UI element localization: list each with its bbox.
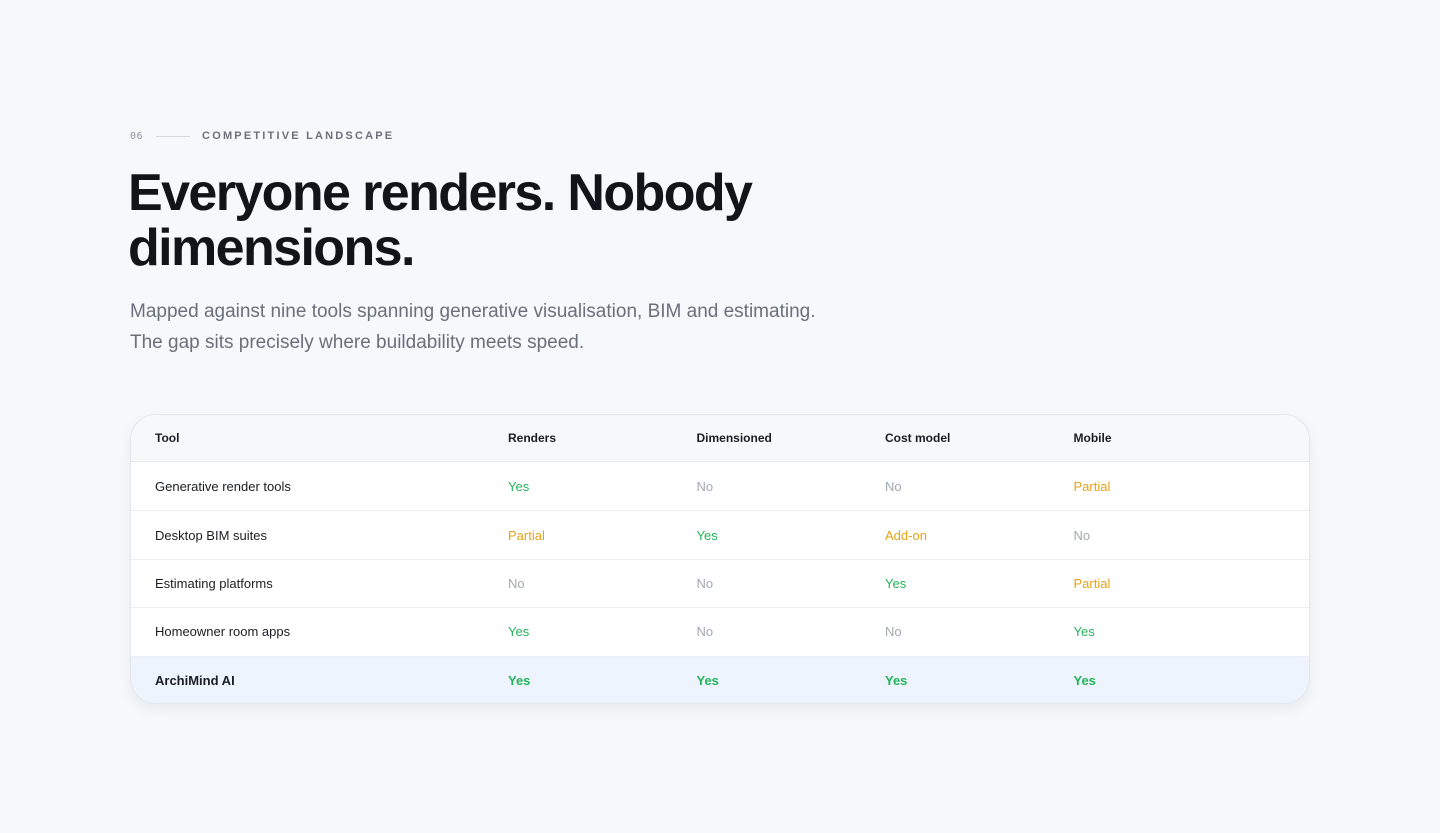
table-row-highlighted: ArchiMind AI Yes Yes Yes Yes [131, 655, 1309, 703]
cost-model-cell: Yes [885, 575, 907, 591]
column-header-mobile: Mobile [1073, 431, 1112, 445]
cost-model-cell: Add-on [885, 527, 927, 543]
mobile-cell: No [1073, 527, 1091, 543]
cost-model-cell: No [885, 478, 902, 494]
renders-cell: Yes [508, 478, 530, 494]
column-header-tool: Tool [155, 431, 180, 445]
title-line-1: Everyone renders. Nobody [128, 164, 753, 222]
column-header-dimensioned: Dimensioned [696, 431, 772, 445]
title-line-2: dimensions. [128, 219, 415, 277]
comparison-table: Tool Renders Dimensioned Cost model Mobi… [130, 414, 1310, 704]
column-header-renders: Renders [508, 431, 557, 445]
mobile-cell: Yes [1073, 672, 1096, 688]
dimensioned-cell: Yes [696, 527, 718, 543]
subtitle-line-2: The gap sits precisely where buildabilit… [130, 332, 585, 353]
tool-name-cell: Desktop BIM suites [155, 527, 267, 543]
renders-cell: Partial [508, 527, 545, 543]
dimensioned-cell: No [696, 478, 714, 494]
subtitle-line-1: Mapped against nine tools spanning gener… [130, 301, 816, 322]
tool-name-cell: ArchiMind AI [155, 672, 235, 688]
dimensioned-cell: Yes [696, 672, 719, 688]
table-row: Desktop BIM suites Partial Yes Add-on No [131, 510, 1309, 558]
renders-cell: Yes [508, 672, 531, 688]
page: 06 COMPETITIVE LANDSCAPE Everyone render… [0, 0, 1440, 833]
renders-cell: No [508, 575, 525, 591]
table-header-row: Tool Renders Dimensioned Cost model Mobi… [131, 415, 1309, 462]
column-header-cost-model: Cost model [885, 431, 951, 445]
table-row: Generative render tools Yes No No Partia… [131, 462, 1309, 510]
cost-model-cell: No [885, 624, 902, 640]
mobile-cell: Yes [1073, 624, 1095, 640]
tool-name-cell: Generative render tools [155, 478, 291, 494]
dimensioned-cell: No [696, 624, 714, 640]
eyebrow-divider [156, 135, 191, 137]
dimensioned-cell: No [696, 575, 714, 591]
cost-model-cell: Yes [885, 672, 908, 688]
section-label: COMPETITIVE LANDSCAPE [202, 130, 395, 142]
table-row: Homeowner room apps Yes No No Yes [131, 607, 1309, 655]
page-title: Everyone renders. Nobody dimensions. [128, 166, 928, 276]
page-subtitle: Mapped against nine tools spanning gener… [130, 296, 950, 358]
mobile-cell: Partial [1073, 575, 1111, 591]
tool-name-cell: Estimating platforms [155, 575, 273, 591]
table-row: Estimating platforms No No Yes Partial [131, 558, 1309, 607]
section-number: 06 [130, 130, 144, 142]
renders-cell: Yes [508, 624, 530, 640]
mobile-cell: Partial [1073, 478, 1111, 494]
tool-name-cell: Homeowner room apps [155, 624, 291, 640]
section-eyebrow: 06 COMPETITIVE LANDSCAPE [130, 129, 394, 143]
